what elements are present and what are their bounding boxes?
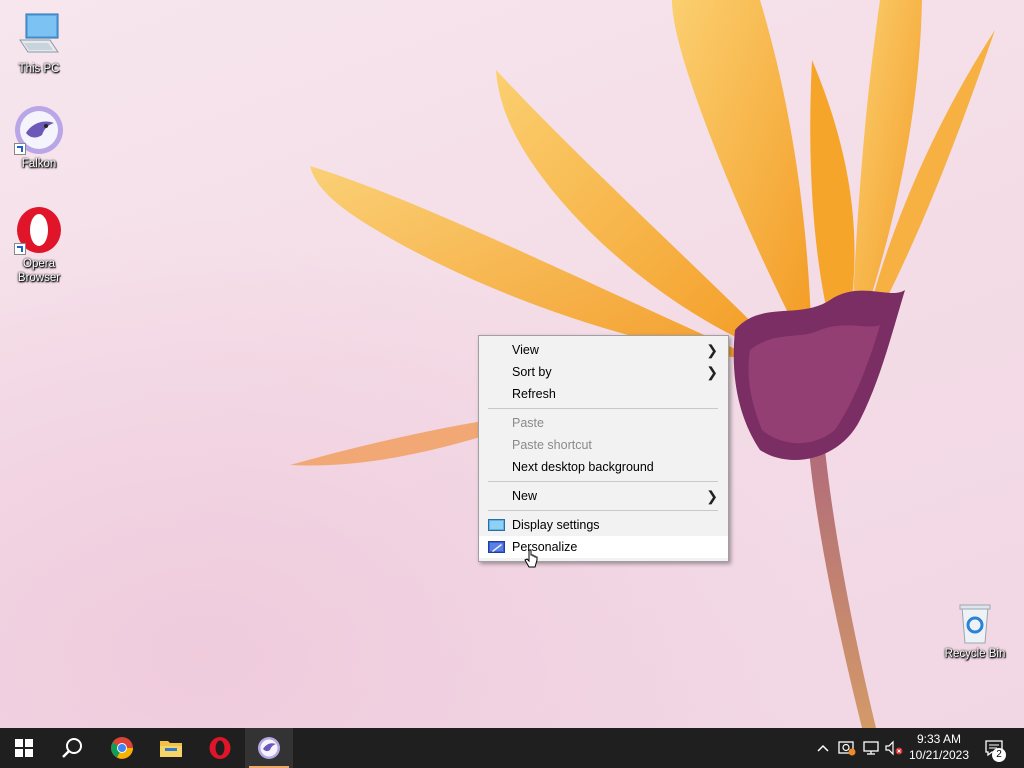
menu-item-paste-shortcut[interactable]: Paste shortcut	[479, 434, 728, 456]
desktop-icon-label: Falkon	[21, 158, 57, 170]
security-icon	[838, 741, 856, 756]
opera-icon	[14, 205, 64, 255]
notification-count-badge: 2	[992, 748, 1006, 762]
menu-item-label: Display settings	[512, 518, 600, 532]
personalize-icon	[488, 541, 505, 553]
menu-item-sort-by[interactable]: Sort by ❯	[479, 361, 728, 383]
menu-separator	[488, 481, 718, 482]
chevron-right-icon: ❯	[706, 342, 718, 358]
desktop-icon-label: Recycle Bin	[944, 648, 1006, 660]
menu-item-label: New	[512, 489, 538, 503]
search-button[interactable]	[48, 728, 96, 768]
desktop[interactable]: This PC Falkon Opera Browser Recycle Bin…	[0, 0, 1024, 728]
menu-item-label: View	[512, 343, 539, 357]
desktop-icon-falkon[interactable]: Falkon	[4, 105, 74, 171]
desktop-icon-label: Opera Browser	[17, 258, 61, 284]
tray-security[interactable]	[838, 738, 856, 758]
desktop-icon-label: This PC	[18, 63, 60, 75]
desktop-icon-recycle-bin[interactable]: Recycle Bin	[940, 603, 1010, 661]
taskbar-chrome[interactable]	[98, 728, 146, 768]
falkon-icon	[258, 737, 280, 759]
taskbar-file-explorer[interactable]	[147, 728, 195, 768]
menu-item-display-settings[interactable]: Display settings	[479, 514, 728, 536]
taskbar-falkon[interactable]	[245, 728, 293, 768]
file-explorer-icon	[160, 741, 182, 757]
menu-item-label: Paste shortcut	[512, 438, 592, 452]
tray-network[interactable]	[862, 738, 880, 758]
clock-date: 10/21/2023	[908, 748, 970, 762]
show-hidden-icons-button[interactable]	[814, 738, 832, 758]
menu-item-next-desktop-background[interactable]: Next desktop background	[479, 456, 728, 478]
menu-item-new[interactable]: New ❯	[479, 485, 728, 507]
display-settings-icon	[488, 519, 505, 531]
menu-item-label: Personalize	[512, 540, 578, 554]
chevron-right-icon: ❯	[706, 364, 718, 380]
start-button[interactable]	[0, 728, 48, 768]
menu-item-label: Refresh	[512, 387, 556, 401]
shortcut-arrow-icon	[14, 243, 26, 255]
menu-item-view[interactable]: View ❯	[479, 339, 728, 361]
menu-separator	[488, 408, 718, 409]
menu-item-label: Next desktop background	[512, 460, 654, 474]
taskbar-clock[interactable]: 9:33 AM 10/21/2023	[900, 731, 978, 763]
chevron-up-icon	[817, 744, 829, 752]
mouse-cursor-icon	[524, 549, 538, 568]
taskbar-opera[interactable]	[196, 728, 244, 768]
this-pc-icon	[14, 10, 64, 60]
desktop-icon-opera[interactable]: Opera Browser	[4, 205, 74, 285]
menu-separator	[488, 510, 718, 511]
desktop-context-menu: View ❯ Sort by ❯ Refresh Paste Paste sho…	[478, 335, 729, 562]
start-icon	[15, 739, 33, 757]
desktop-icon-this-pc[interactable]: This PC	[4, 10, 74, 76]
search-icon	[62, 738, 82, 758]
falkon-icon	[14, 105, 64, 155]
recycle-bin-icon	[954, 603, 996, 645]
menu-item-paste[interactable]: Paste	[479, 412, 728, 434]
network-icon	[863, 741, 879, 755]
menu-item-label: Sort by	[512, 365, 552, 379]
menu-item-label: Paste	[512, 416, 544, 430]
opera-icon	[209, 737, 231, 759]
taskbar: 9:33 AM 10/21/2023 2	[0, 728, 1024, 768]
menu-item-personalize[interactable]: Personalize	[479, 536, 728, 558]
menu-item-refresh[interactable]: Refresh	[479, 383, 728, 405]
chrome-icon	[111, 737, 133, 759]
chevron-right-icon: ❯	[706, 488, 718, 504]
clock-time: 9:33 AM	[916, 732, 962, 746]
shortcut-arrow-icon	[14, 143, 26, 155]
